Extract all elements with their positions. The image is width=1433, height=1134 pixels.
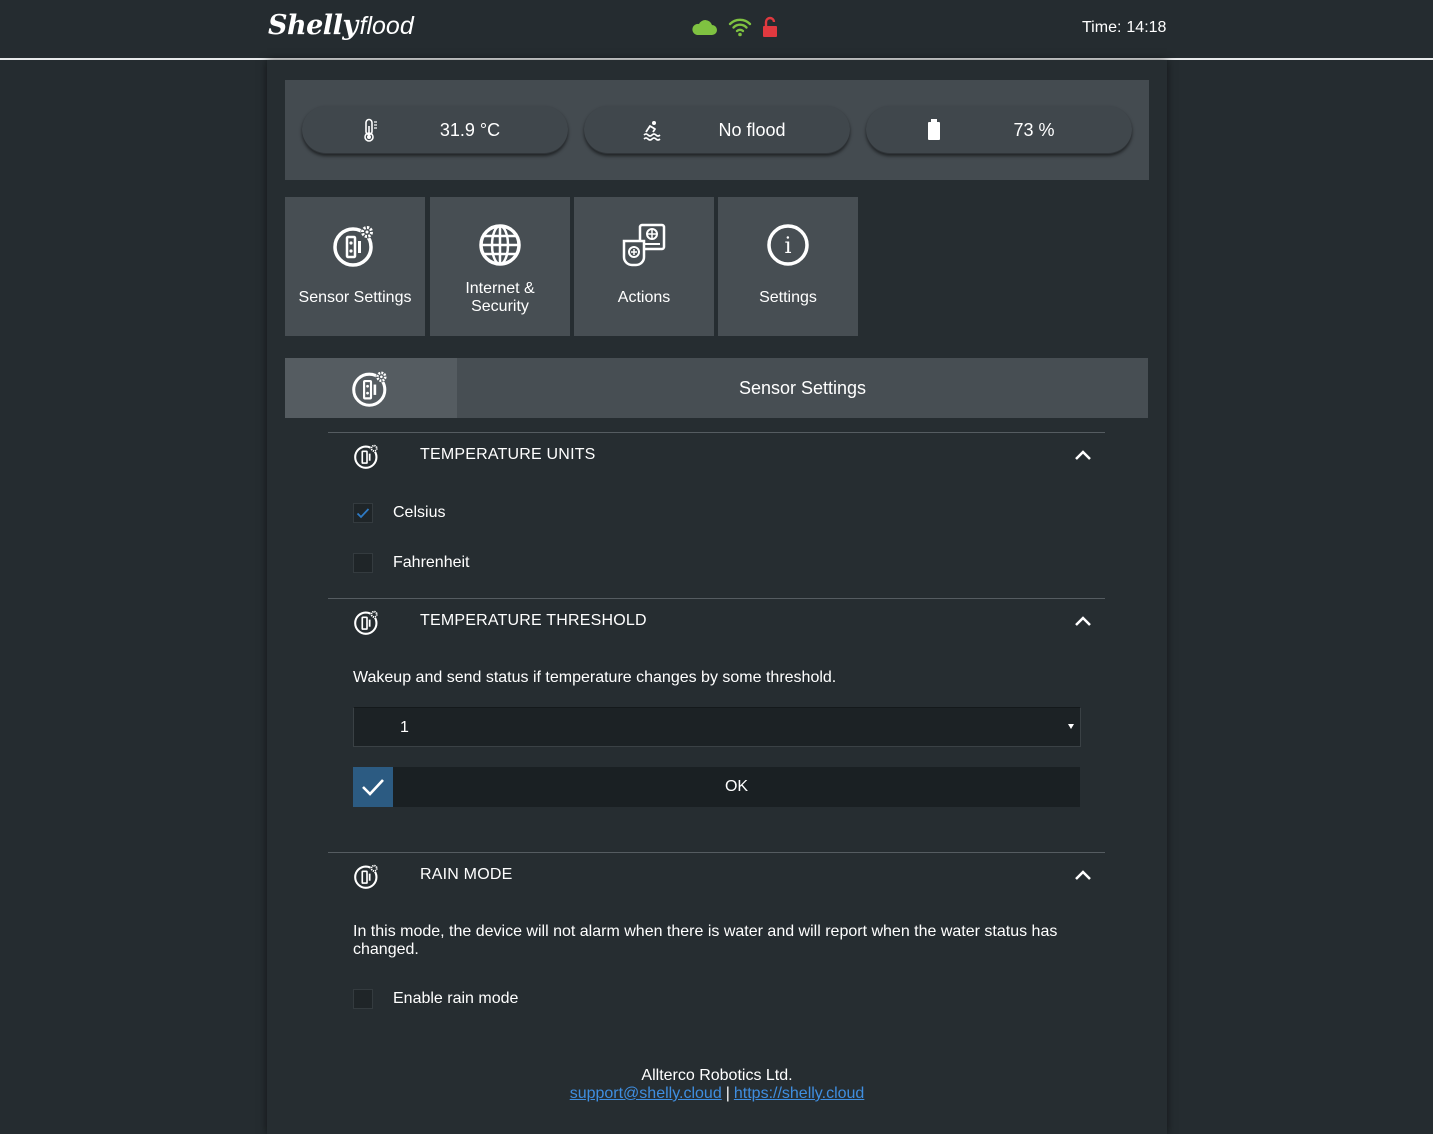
celsius-option[interactable]: Celsius	[353, 502, 445, 524]
company-name: Allterco Robotics Ltd.	[641, 1067, 793, 1084]
battery-value: 73 %	[1013, 120, 1055, 140]
section-title-bar: Sensor Settings	[285, 358, 1148, 418]
sensor-settings-icon	[354, 863, 380, 889]
info-icon: i	[766, 223, 810, 267]
battery-status: 73 %	[866, 106, 1132, 154]
nav-tile-label: Actions	[617, 289, 671, 306]
rain-mode-option[interactable]: Enable rain mode	[353, 988, 518, 1010]
flood-status: No flood	[584, 106, 850, 154]
celsius-label: Celsius	[393, 504, 446, 521]
threshold-select[interactable]: 1	[353, 707, 1081, 747]
thermometer-icon	[358, 118, 382, 142]
temperature-value: 31.9 °C	[439, 120, 501, 140]
support-email-link[interactable]: support@shelly.cloud	[570, 1085, 722, 1102]
footer-links: support@shelly.cloud | https://shelly.clou…	[267, 1085, 1167, 1103]
nav-tile-label: Settings	[759, 289, 817, 306]
rain-mode-description: In this mode, the device will not alarm …	[353, 923, 1058, 958]
globe-icon	[478, 223, 522, 267]
celsius-checkbox[interactable]	[353, 503, 373, 523]
sensor-settings-icon	[285, 358, 457, 418]
clock: Time: 14:18	[1082, 19, 1166, 37]
nav-tile-settings[interactable]: i Settings	[718, 197, 858, 336]
rain-mode-checkbox[interactable]	[353, 989, 373, 1009]
section-title: Sensor Settings	[738, 378, 867, 398]
connection-status-icons	[690, 16, 778, 38]
fahrenheit-label: Fahrenheit	[393, 554, 470, 571]
nav-tile-label: Sensor Settings	[298, 289, 412, 306]
wifi-icon	[728, 17, 752, 37]
fahrenheit-checkbox[interactable]	[353, 553, 373, 573]
threshold-ok-button[interactable]: OK	[353, 767, 1080, 807]
actions-icon	[622, 223, 666, 267]
sensor-settings-icon	[333, 223, 377, 267]
unlocked-icon	[762, 16, 778, 38]
logo-brand: Shelly	[268, 10, 358, 41]
nav-tile-actions[interactable]: Actions	[574, 197, 714, 336]
chevron-up-icon[interactable]	[1073, 867, 1093, 883]
cloud-icon	[690, 17, 718, 37]
temperature-threshold-header[interactable]: TEMPERATURE THRESHOLD	[328, 598, 1105, 644]
accordion-title: TEMPERATURE THRESHOLD	[420, 612, 647, 629]
footer: Allterco Robotics Ltd. support@shelly.cl…	[267, 1067, 1167, 1103]
sensor-settings-icon	[354, 609, 380, 635]
chevron-up-icon[interactable]	[1073, 613, 1093, 629]
rain-mode-header[interactable]: RAIN MODE	[328, 852, 1105, 898]
logo-product: flood	[359, 12, 414, 40]
time-label: Time:	[1082, 19, 1122, 36]
threshold-selected-value: 1	[400, 719, 409, 736]
nav-tile-internet-security[interactable]: Internet & Security	[430, 197, 570, 336]
temperature-status: 31.9 °C	[302, 106, 568, 154]
shelly-flood-logo: Shelly flood	[268, 10, 414, 41]
chevron-up-icon[interactable]	[1073, 447, 1093, 463]
ok-label: OK	[724, 778, 749, 795]
dropdown-arrow-icon	[1068, 724, 1074, 729]
fahrenheit-option[interactable]: Fahrenheit	[353, 552, 470, 574]
checkmark-icon	[353, 767, 393, 807]
top-header: Shelly flood Time: 14:18	[0, 0, 1433, 58]
svg-text:i: i	[784, 234, 791, 259]
temperature-units-header[interactable]: TEMPERATURE UNITS	[328, 432, 1105, 478]
nav-tile-sensor-settings[interactable]: Sensor Settings	[285, 197, 425, 336]
flood-icon	[640, 118, 664, 142]
flood-value: No flood	[718, 120, 786, 140]
battery-icon	[922, 118, 946, 142]
time-value: 14:18	[1126, 19, 1167, 36]
accordion-title: TEMPERATURE UNITS	[420, 446, 596, 463]
footer-separator: |	[725, 1085, 730, 1102]
status-strip: 31.9 °C No flood 73 %	[285, 80, 1149, 180]
threshold-description: Wakeup and send status if temperature ch…	[353, 669, 837, 686]
rain-mode-label: Enable rain mode	[393, 990, 519, 1007]
website-link[interactable]: https://shelly.cloud	[734, 1085, 864, 1102]
sensor-settings-icon	[354, 443, 380, 469]
accordion-title: RAIN MODE	[420, 866, 513, 883]
main-panel: 31.9 °C No flood 73 % Sensor Settings In…	[267, 60, 1167, 1134]
nav-tile-label: Internet & Security	[465, 280, 535, 315]
